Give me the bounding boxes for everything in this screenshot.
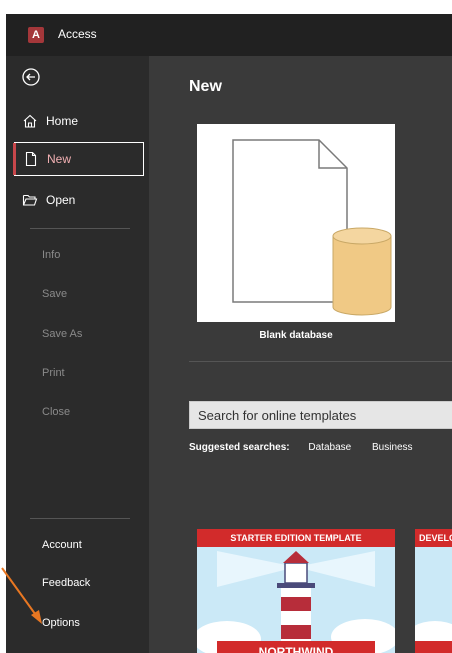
folder-open-icon: [22, 194, 38, 206]
sidebar-divider: [30, 228, 130, 229]
suggested-search-link[interactable]: Database: [308, 442, 351, 453]
lighthouse-illustration: [415, 529, 452, 653]
template-card-developer[interactable]: DEVELOPER EDITION TEMPLATE: [415, 529, 452, 653]
nav-item-open[interactable]: Open: [14, 183, 144, 217]
nav-item-save: Save: [42, 288, 68, 300]
nav-item-close: Close: [42, 406, 71, 418]
blank-database-icon: [232, 139, 392, 316]
lighthouse-illustration: [197, 529, 395, 653]
nav-item-account[interactable]: Account: [42, 539, 82, 551]
nav-item-new[interactable]: New: [13, 142, 144, 176]
nav-item-home[interactable]: Home: [14, 104, 144, 138]
blank-database-tile[interactable]: [197, 124, 395, 322]
sidebar-divider: [30, 518, 130, 519]
nav-item-label: Home: [46, 114, 79, 128]
template-card-northwind-starter[interactable]: STARTER EDITION TEMPLATE NORTHWIND: [197, 529, 395, 653]
template-banner: STARTER EDITION TEMPLATE: [197, 529, 395, 547]
page-title: New: [189, 78, 222, 95]
app-title: Access: [58, 27, 97, 41]
template-name: NORTHWIND: [258, 645, 334, 653]
nav-item-label: New: [47, 152, 72, 166]
nav-item-save-as: Save As: [42, 328, 83, 340]
template-banner: DEVELOPER EDITION TEMPLATE: [415, 529, 452, 547]
suggested-searches: Suggested searches: Database Business: [189, 442, 431, 453]
new-page-content: New Blank database Suggested searches: D…: [149, 56, 452, 653]
new-document-icon: [25, 151, 37, 167]
template-search-input[interactable]: [189, 401, 452, 429]
suggested-searches-label: Suggested searches:: [189, 442, 290, 453]
back-button[interactable]: [20, 66, 42, 88]
nav-item-info: Info: [42, 249, 61, 261]
back-arrow-icon: [22, 68, 40, 86]
backstage-window: A Access Home New Open Info Save Save As…: [0, 0, 452, 653]
suggested-search-link[interactable]: Business: [372, 442, 413, 453]
title-bar: A Access: [6, 14, 452, 56]
section-divider: [189, 361, 452, 362]
nav-item-label: Open: [46, 193, 76, 207]
annotation-arrow-icon: [1, 567, 42, 624]
nav-item-print: Print: [42, 367, 65, 379]
access-logo-icon: A: [28, 27, 44, 43]
blank-database-label: Blank database: [259, 330, 333, 341]
home-icon: [23, 114, 37, 128]
